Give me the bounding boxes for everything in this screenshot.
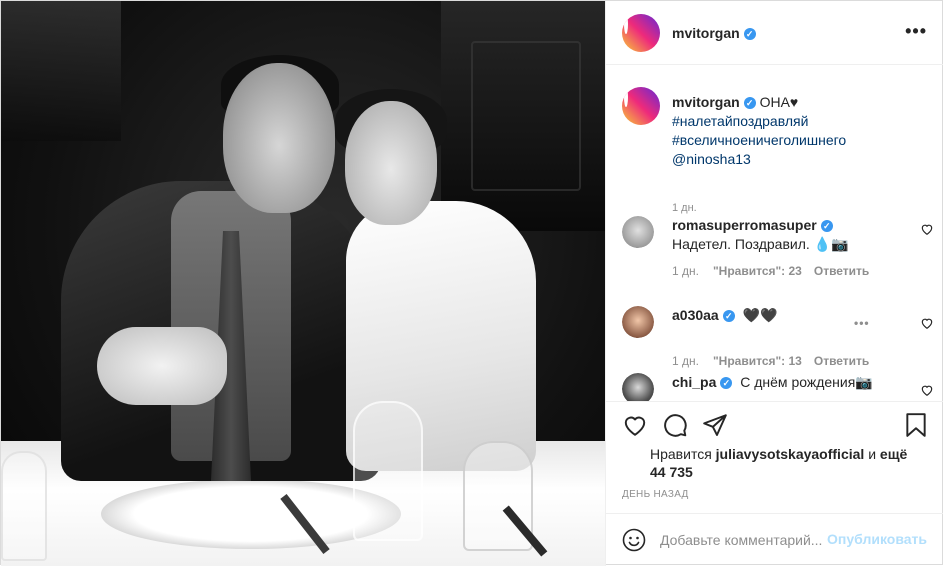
bookmark-icon xyxy=(906,413,926,437)
comment-item: chi_pa ✓ С днём рождения📷 xyxy=(622,373,934,401)
caption-avatar[interactable] xyxy=(622,87,660,125)
comments-list[interactable]: mvitorgan ✓ ОНА♥ #налетайпоздравляй #всел… xyxy=(606,65,943,401)
verified-badge-icon: ✓ xyxy=(743,97,756,109)
reply-button[interactable]: Ответить xyxy=(814,354,869,368)
verified-badge-icon: ✓ xyxy=(743,28,756,40)
author-username-text[interactable]: mvitorgan xyxy=(672,25,740,41)
hashtag-link[interactable]: #вселичноеничеголишнего xyxy=(672,131,932,150)
post-actions-bar xyxy=(606,401,943,449)
comment-meta: 1 дн. "Нравится": 23 Ответить xyxy=(672,264,869,278)
comment-text: Надетел. Поздравил. 💧📷 xyxy=(672,236,849,252)
photo-man-face xyxy=(223,63,335,213)
comment-like-heart-icon[interactable] xyxy=(920,222,934,236)
caption-username[interactable]: mvitorgan xyxy=(672,94,740,110)
comment-text: 🖤🖤 xyxy=(742,307,778,323)
comment-text: С днём рождения📷 xyxy=(740,374,873,390)
emoji-icon[interactable] xyxy=(622,528,646,552)
author-avatar[interactable] xyxy=(622,14,660,52)
comment-item: romasuperromasuper ✓ Надетел. Поздравил. … xyxy=(622,216,934,286)
author-username[interactable]: mvitorgan ✓ xyxy=(672,25,756,41)
commenter-username[interactable]: chi_pa xyxy=(672,374,716,390)
commenter-avatar[interactable] xyxy=(622,306,654,338)
commenter-avatar[interactable] xyxy=(622,216,654,248)
photo-woman-face xyxy=(345,101,437,225)
verified-badge-icon: ✓ xyxy=(720,377,733,389)
reply-button[interactable]: Ответить xyxy=(814,264,869,278)
comment-button[interactable] xyxy=(662,412,688,438)
comment-body: romasuperromasuper ✓ Надетел. Поздравил. … xyxy=(672,216,904,254)
comment-icon xyxy=(664,414,687,437)
likes-text: Нравится juliavysotskayaofficial и ещё 4… xyxy=(650,445,920,481)
comment-likes-count[interactable]: "Нравится": 13 xyxy=(713,354,802,368)
post-side-panel: mvitorgan ✓ ••• mvitorgan ✓ ОНА♥ #налетайп… xyxy=(605,1,943,566)
verified-badge-icon: ✓ xyxy=(820,220,833,232)
liker-username[interactable]: juliavysotskayaofficial xyxy=(716,446,865,462)
save-button[interactable] xyxy=(903,412,929,438)
comment-input[interactable] xyxy=(660,528,830,552)
comment-time[interactable]: 1 дн. xyxy=(672,354,699,368)
comment-item: a030aa ✓ 🖤🖤 1 дн. "Нравится": 13 Ответить •… xyxy=(622,306,934,376)
hashtag-link[interactable]: #налетайпоздравляй xyxy=(672,112,932,131)
commenter-username[interactable]: romasuperromasuper xyxy=(672,217,817,233)
comment-more-button[interactable]: ••• xyxy=(854,316,870,330)
comment-like-heart-icon[interactable] xyxy=(920,383,934,397)
comment-like-heart-icon[interactable] xyxy=(920,316,934,330)
like-button[interactable] xyxy=(622,412,648,438)
comment-likes-count[interactable]: "Нравится": 23 xyxy=(713,264,802,278)
more-options-button[interactable]: ••• xyxy=(905,22,927,40)
likes-prefix: Нравится xyxy=(650,446,712,462)
share-icon xyxy=(703,414,727,436)
mention-link[interactable]: @ninosha13 xyxy=(672,150,932,169)
comment-body: chi_pa ✓ С днём рождения📷 xyxy=(672,373,904,392)
add-comment-bar: Опубликовать xyxy=(606,513,943,566)
photo-glass xyxy=(353,401,423,541)
photo-glass xyxy=(1,451,47,561)
caption-text: mvitorgan ✓ ОНА♥ #налетайпоздравляй #всел… xyxy=(672,93,932,169)
post-timestamp[interactable]: День назад xyxy=(622,489,689,500)
heart-icon xyxy=(624,416,646,436)
caption-body: ОНА♥ xyxy=(759,94,799,110)
commenter-avatar[interactable] xyxy=(622,373,654,401)
liker-avatar[interactable] xyxy=(626,447,644,465)
post-comment-button[interactable]: Опубликовать xyxy=(827,531,927,547)
post-dialog: mvitorgan ✓ ••• mvitorgan ✓ ОНА♥ #налетайп… xyxy=(0,0,943,566)
comment-time[interactable]: 1 дн. xyxy=(672,264,699,278)
likes-conjunction: и xyxy=(868,446,877,462)
verified-badge-icon: ✓ xyxy=(722,310,735,322)
post-header: mvitorgan ✓ ••• xyxy=(606,1,943,65)
photo-background xyxy=(1,1,121,141)
caption-time[interactable]: 1 дн. xyxy=(672,202,697,214)
comment-meta: 1 дн. "Нравится": 13 Ответить xyxy=(672,354,869,368)
share-button[interactable] xyxy=(702,412,728,438)
commenter-username[interactable]: a030aa xyxy=(672,307,719,323)
post-photo[interactable] xyxy=(1,1,605,566)
photo-background xyxy=(471,41,581,191)
photo-hand xyxy=(97,327,227,405)
